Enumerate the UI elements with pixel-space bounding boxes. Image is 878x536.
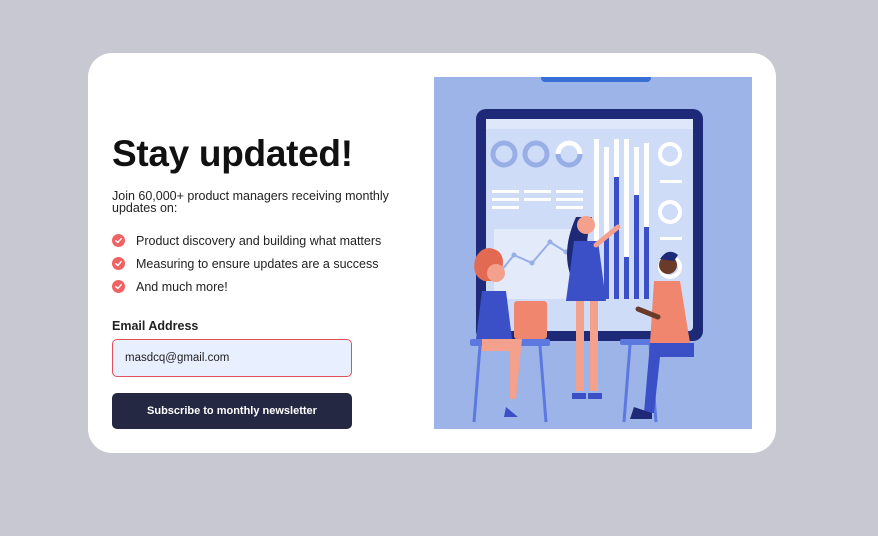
benefit-text: Measuring to ensure updates are a succes… bbox=[136, 256, 379, 271]
intro-text: Join 60,000+ product managers receiving … bbox=[112, 189, 389, 215]
newsletter-form-panel: Stay updated! Join 60,000+ product manag… bbox=[112, 53, 422, 453]
check-circle-icon bbox=[112, 234, 125, 247]
email-label: Email Address bbox=[112, 319, 199, 333]
team-dashboard-illustration bbox=[434, 77, 752, 429]
page-title: Stay updated! bbox=[112, 133, 353, 174]
subscribe-button[interactable]: Subscribe to monthly newsletter bbox=[112, 393, 352, 429]
benefits-list: Product discovery and building what matt… bbox=[112, 229, 381, 298]
benefit-text: Product discovery and building what matt… bbox=[136, 233, 382, 248]
check-circle-icon bbox=[112, 257, 125, 270]
benefit-item: And much more! bbox=[112, 275, 381, 298]
benefit-item: Product discovery and building what matt… bbox=[112, 229, 381, 252]
email-field[interactable] bbox=[112, 339, 352, 377]
check-circle-icon bbox=[112, 280, 125, 293]
illustration-graphic bbox=[470, 77, 703, 423]
benefit-text: And much more! bbox=[136, 279, 228, 294]
benefit-item: Measuring to ensure updates are a succes… bbox=[112, 252, 381, 275]
newsletter-card: Stay updated! Join 60,000+ product manag… bbox=[88, 53, 776, 453]
